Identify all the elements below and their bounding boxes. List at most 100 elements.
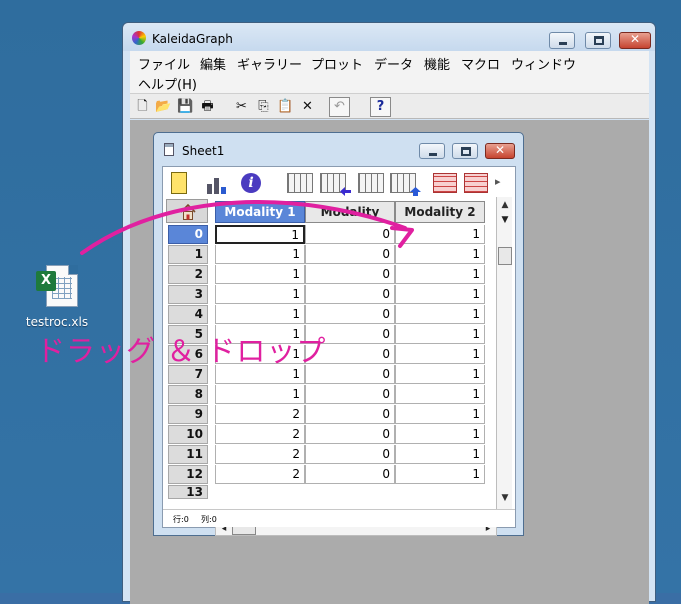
menu-window[interactable]: ウィンドウ bbox=[511, 54, 576, 73]
excel-file-icon: X bbox=[34, 263, 80, 309]
grid-cell[interactable]: 0 bbox=[305, 285, 395, 304]
menu-file[interactable]: ファイル bbox=[138, 54, 190, 73]
row-header[interactable]: 2 bbox=[168, 265, 208, 284]
grid-cell[interactable]: 1 bbox=[395, 465, 485, 484]
menu-functions[interactable]: 機能 bbox=[424, 54, 450, 73]
print-icon[interactable]: 🖶 bbox=[197, 97, 218, 117]
grid-cell[interactable]: 0 bbox=[305, 465, 395, 484]
grid-corner[interactable] bbox=[166, 199, 208, 223]
annotation-text: ドラッグ ＆ ドロップ bbox=[36, 334, 327, 368]
grid-cell[interactable]: 0 bbox=[305, 265, 395, 284]
desktop-file-label: testroc.xls bbox=[25, 315, 89, 329]
plot-chart-icon[interactable] bbox=[207, 172, 231, 194]
grid-cell[interactable]: 1 bbox=[395, 325, 485, 344]
grid-cell[interactable]: 1 bbox=[395, 405, 485, 424]
app-titlebar[interactable]: KaleidaGraph ✕ bbox=[123, 23, 655, 51]
vertical-scroll-thumb[interactable] bbox=[498, 247, 512, 265]
grid-cell[interactable]: 1 bbox=[215, 385, 305, 404]
column-header-2[interactable]: Modality bbox=[305, 201, 395, 223]
grid-cell[interactable]: 0 bbox=[305, 405, 395, 424]
app-title: KaleidaGraph bbox=[152, 32, 233, 46]
grid-cell[interactable]: 1 bbox=[215, 285, 305, 304]
maximize-icon bbox=[594, 36, 604, 45]
grid-cell[interactable]: 1 bbox=[395, 225, 485, 244]
sheet-titlebar[interactable]: Sheet1 ✕ bbox=[154, 133, 523, 165]
grid-cell[interactable]: 1 bbox=[395, 345, 485, 364]
grid-cell[interactable]: 0 bbox=[305, 305, 395, 324]
row-header[interactable]: 0 bbox=[168, 225, 208, 244]
menu-help[interactable]: ヘルプ(H) bbox=[138, 74, 197, 93]
scroll-down-icon[interactable]: ▼ bbox=[498, 491, 512, 505]
grid-cell[interactable]: 1 bbox=[395, 265, 485, 284]
menu-plot[interactable]: プロット bbox=[311, 54, 363, 73]
desktop-file-testroc[interactable]: X testroc.xls bbox=[18, 263, 96, 329]
grid-cell[interactable]: 2 bbox=[215, 425, 305, 444]
grid-cell[interactable]: 1 bbox=[215, 265, 305, 284]
grid-cell[interactable]: 1 bbox=[215, 305, 305, 324]
close-icon: ✕ bbox=[494, 143, 506, 157]
notepad-icon[interactable] bbox=[171, 172, 187, 194]
vertical-scrollbar[interactable]: ▲ ▼ ▼ bbox=[496, 197, 512, 509]
grid-cell[interactable]: 1 bbox=[215, 245, 305, 264]
grid-cell[interactable]: 1 bbox=[395, 445, 485, 464]
row-header[interactable]: 1 bbox=[168, 245, 208, 264]
paste-icon[interactable]: 📋 bbox=[275, 97, 296, 117]
help-icon[interactable]: ? bbox=[370, 97, 391, 117]
menu-edit[interactable]: 編集 bbox=[200, 54, 226, 73]
grid-cell[interactable]: 1 bbox=[395, 425, 485, 444]
row-header[interactable]: 13 bbox=[168, 485, 208, 499]
grid-cell[interactable]: 0 bbox=[305, 245, 395, 264]
close-button[interactable]: ✕ bbox=[619, 32, 651, 49]
row-header[interactable]: 10 bbox=[168, 425, 208, 444]
copy-icon[interactable]: ⎘ bbox=[253, 97, 274, 117]
row-header[interactable]: 3 bbox=[168, 285, 208, 304]
grid-cell[interactable]: 1 bbox=[395, 305, 485, 324]
insert-column-icon[interactable] bbox=[358, 173, 384, 193]
scroll-up-icon-2[interactable]: ▼ bbox=[498, 213, 512, 227]
save-icon[interactable]: 💾 bbox=[175, 97, 196, 117]
cut-icon[interactable]: ✂ bbox=[231, 97, 252, 117]
open-icon[interactable]: 📂 bbox=[153, 97, 174, 117]
grid-cell[interactable]: 0 bbox=[305, 445, 395, 464]
info-icon[interactable]: i bbox=[241, 173, 261, 193]
row-header[interactable]: 4 bbox=[168, 305, 208, 324]
menu-gallery[interactable]: ギャラリー bbox=[237, 54, 302, 73]
sheet-close-button[interactable]: ✕ bbox=[485, 143, 515, 159]
new-icon[interactable]: 🗋 bbox=[132, 97, 153, 117]
grid-cell[interactable]: 2 bbox=[215, 445, 305, 464]
grid-cell[interactable]: 0 bbox=[305, 425, 395, 444]
grid-cell[interactable]: 1 bbox=[395, 385, 485, 404]
menu-macros[interactable]: マクロ bbox=[461, 54, 500, 73]
close-icon: ✕ bbox=[629, 32, 641, 46]
maximize-icon bbox=[461, 147, 471, 156]
grid-cell[interactable]: 1 bbox=[395, 285, 485, 304]
column-header-1[interactable]: Modality 1 bbox=[215, 201, 305, 223]
maximize-button[interactable] bbox=[585, 32, 611, 49]
row-header[interactable]: 11 bbox=[168, 445, 208, 464]
grid-cell[interactable]: 2 bbox=[215, 405, 305, 424]
column-header-3[interactable]: Modality 2 bbox=[395, 201, 485, 223]
red-grid-icon-2[interactable] bbox=[464, 173, 488, 193]
undo-icon[interactable]: ↶ bbox=[329, 97, 350, 117]
row-header[interactable]: 8 bbox=[168, 385, 208, 404]
red-grid-icon[interactable] bbox=[433, 173, 457, 193]
more-tools-icon[interactable]: ▸ bbox=[495, 175, 509, 189]
row-header[interactable]: 12 bbox=[168, 465, 208, 484]
sheet-maximize-button[interactable] bbox=[452, 143, 478, 159]
row-header[interactable]: 9 bbox=[168, 405, 208, 424]
grid-cell[interactable]: 1 bbox=[395, 365, 485, 384]
scroll-up-icon[interactable]: ▲ bbox=[498, 198, 512, 212]
minimize-icon bbox=[559, 42, 567, 45]
menu-data[interactable]: データ bbox=[374, 54, 413, 73]
minimize-button[interactable] bbox=[549, 32, 575, 49]
grid-cell[interactable]: 0 bbox=[305, 385, 395, 404]
sheet-minimize-button[interactable] bbox=[419, 143, 445, 159]
grid-cell[interactable]: 2 bbox=[215, 465, 305, 484]
insert-column-left-icon[interactable] bbox=[320, 173, 351, 196]
grid-cell[interactable]: 1 bbox=[215, 225, 305, 244]
column-icon[interactable] bbox=[287, 173, 313, 193]
grid-cell[interactable]: 0 bbox=[305, 225, 395, 244]
clear-icon[interactable]: ✕ bbox=[297, 97, 318, 117]
insert-column-up-icon[interactable] bbox=[390, 173, 421, 196]
grid-cell[interactable]: 1 bbox=[395, 245, 485, 264]
